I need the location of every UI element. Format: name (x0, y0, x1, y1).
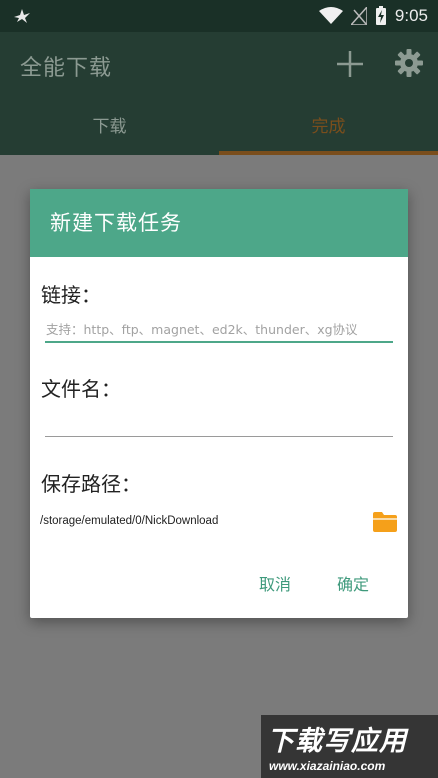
save-path-label: 保存路径： (41, 472, 141, 496)
filename-input[interactable] (45, 409, 393, 437)
status-icons: 9:05 (318, 4, 428, 28)
filename-label: 文件名： (41, 377, 121, 401)
folder-icon[interactable] (372, 511, 398, 533)
tab-download[interactable]: 下载 (0, 106, 219, 152)
notification-bird-icon (14, 9, 30, 23)
watermark-logo-text: 下载写应用 (267, 726, 407, 757)
tab-indicator (219, 151, 438, 155)
new-download-dialog: 新建下载任务 链接： 文件名： 保存路径： /storage/emulated/… (30, 189, 408, 618)
gear-icon[interactable] (394, 48, 424, 78)
confirm-button[interactable]: 确定 (337, 571, 369, 595)
battery-charging-icon (375, 6, 386, 25)
add-icon[interactable] (334, 48, 366, 80)
wifi-icon (318, 7, 343, 24)
link-label: 链接： (41, 283, 101, 307)
clock: 9:05 (394, 6, 428, 25)
dialog-title: 新建下载任务 (30, 189, 408, 257)
tab-completed[interactable]: 完成 (219, 106, 438, 152)
watermark: 下载写应用 www.xiazainiao.com (261, 715, 438, 778)
app-bar: 全能下载 下载 完成 (0, 32, 438, 155)
no-signal-icon (350, 7, 367, 25)
status-bar: 9:05 (0, 0, 438, 32)
app-title: 全能下载 (20, 56, 113, 81)
save-path-value: /storage/emulated/0/NickDownload (40, 515, 219, 527)
watermark-url: www.xiazainiao.com (269, 759, 386, 773)
link-input[interactable] (45, 317, 393, 343)
cancel-button[interactable]: 取消 (259, 571, 291, 595)
